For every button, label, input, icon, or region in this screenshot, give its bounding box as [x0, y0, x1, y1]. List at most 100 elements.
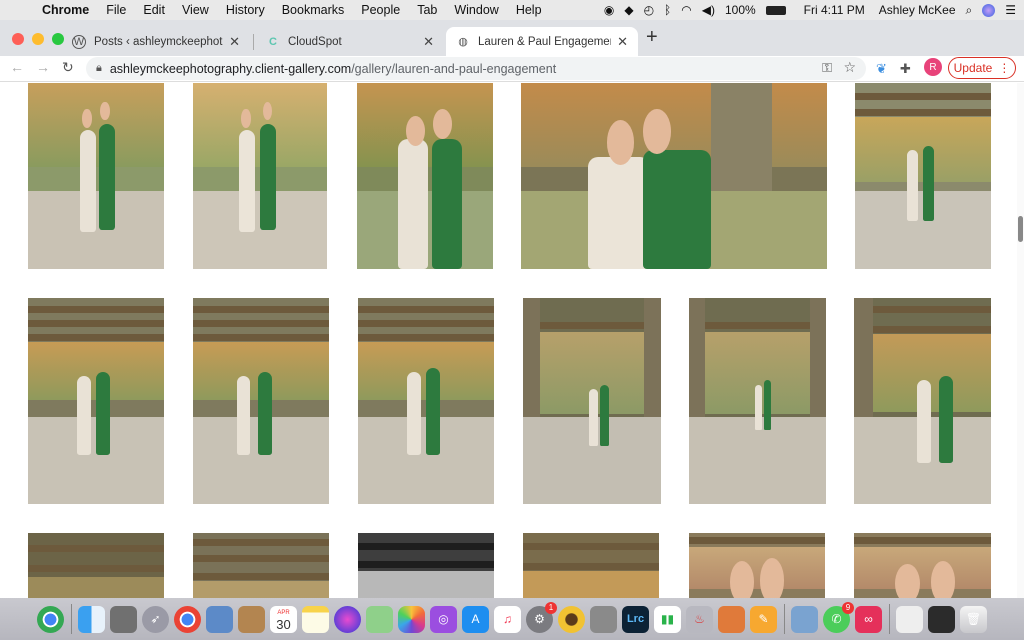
battery-icon[interactable]	[765, 5, 786, 15]
gallery-photo[interactable]	[357, 83, 493, 269]
cards-app-dock-icon[interactable]	[718, 605, 745, 633]
creative-cloud-dock-icon[interactable]: ∞	[855, 605, 882, 633]
extension-feather-icon[interactable]: ❦	[876, 61, 887, 77]
music-dock-icon[interactable]: ♫	[494, 605, 521, 633]
back-icon[interactable]: ←	[10, 59, 24, 75]
bluetooth-icon[interactable]: ᛒ	[664, 3, 671, 17]
url-path: /gallery/lauren-and-paul-engagement	[351, 61, 557, 76]
dropbox-icon[interactable]: ◆	[624, 3, 633, 17]
facetime-dock-icon[interactable]: ✆ 9	[823, 601, 854, 633]
tab-posts[interactable]: W Posts ‹ ashleymckeephotograp ✕	[62, 27, 250, 56]
trash-dock-icon[interactable]: 🗑︎	[960, 605, 987, 633]
gallery-photo[interactable]	[28, 83, 164, 269]
app-store-dock-icon[interactable]: A	[462, 605, 489, 633]
gallery-photo[interactable]	[521, 83, 827, 269]
clock[interactable]: Fri 4:11 PM	[804, 3, 865, 17]
finder-dock-icon[interactable]	[78, 605, 105, 633]
tab-lauren-paul[interactable]: ◍ Lauren & Paul Engagement ✕	[446, 27, 638, 56]
pages-dock-icon[interactable]: ✎	[750, 605, 777, 633]
gallery-photo[interactable]	[193, 298, 329, 504]
new-tab-icon[interactable]: +	[646, 26, 658, 49]
dock-divider	[70, 604, 72, 634]
menu-help[interactable]: Help	[516, 3, 542, 17]
menu-people[interactable]: People	[361, 3, 400, 17]
tab-cloudspot[interactable]: C CloudSpot ✕	[256, 27, 444, 56]
url-host: ashleymckeephotography.client-gallery.co…	[109, 61, 352, 76]
gallery-photo[interactable]	[523, 533, 659, 598]
user-name[interactable]: Ashley McKee	[879, 3, 956, 17]
extensions-puzzle-icon[interactable]: ✚	[900, 61, 911, 77]
close-tab-icon[interactable]: ✕	[423, 34, 434, 50]
gallery-photo[interactable]	[28, 533, 164, 598]
preview-dock-icon[interactable]	[206, 605, 233, 633]
calculator-dock-icon[interactable]	[590, 605, 617, 633]
image-capture-dock-icon[interactable]	[791, 605, 818, 633]
chrome-app-dock-icon[interactable]	[174, 605, 201, 633]
gallery-photo[interactable]	[193, 83, 327, 269]
menu-edit[interactable]: Edit	[143, 3, 165, 17]
menu-view[interactable]: View	[182, 3, 209, 17]
menu-window[interactable]: Window	[454, 3, 498, 17]
window-controls	[12, 33, 64, 45]
flame-app-dock-icon[interactable]: ♨	[686, 605, 713, 633]
calendar-dock-icon[interactable]: APR 30	[270, 605, 297, 633]
menu-history[interactable]: History	[226, 3, 265, 17]
siri-dock-icon[interactable]	[334, 605, 361, 633]
gallery-photo[interactable]	[358, 533, 494, 598]
scrollbar-thumb[interactable]	[1018, 216, 1023, 242]
macos-menubar: Chrome File Edit View History Bookmarks …	[0, 0, 1024, 20]
podcasts-dock-icon[interactable]: ◎	[430, 605, 457, 633]
minimize-window-button[interactable]	[32, 33, 44, 45]
key-icon[interactable]: ⚿	[822, 60, 832, 76]
close-tab-icon[interactable]: ✕	[617, 34, 628, 50]
time-machine-icon[interactable]: ◴	[644, 3, 654, 17]
gallery-photo[interactable]	[855, 83, 991, 269]
reload-icon[interactable]: ↻	[62, 59, 74, 76]
gallery-photo[interactable]	[689, 298, 826, 504]
sunflower-app-dock-icon[interactable]	[558, 605, 585, 633]
menu-file[interactable]: File	[106, 3, 126, 17]
gallery-photo[interactable]	[523, 298, 661, 504]
maps-dock-icon[interactable]	[366, 605, 393, 633]
menu-tab[interactable]: Tab	[417, 3, 437, 17]
update-button[interactable]: Update ⋮	[948, 57, 1016, 79]
bookmark-star-icon[interactable]: ☆	[843, 59, 856, 76]
wifi-icon[interactable]: ◠	[681, 3, 691, 17]
gallery-photo[interactable]	[854, 298, 991, 504]
gallery-photo[interactable]	[28, 298, 164, 504]
utilities-dock-icon[interactable]	[110, 605, 137, 633]
photos-dock-icon[interactable]	[398, 605, 425, 633]
lock-icon[interactable]: 🔒︎	[96, 62, 102, 75]
system-preferences-dock-icon[interactable]: ⚙ 1	[526, 601, 557, 633]
notes-dock-icon[interactable]	[302, 605, 329, 633]
documents-stack-dock-icon[interactable]	[928, 605, 955, 633]
creative-cloud-icon[interactable]: ◉	[604, 3, 614, 17]
gallery-photo[interactable]	[689, 533, 825, 598]
page-scrollbar[interactable]	[1017, 83, 1024, 598]
address-bar[interactable]: 🔒︎ ashleymckeephotography.client-gallery…	[86, 57, 866, 80]
gallery-photo[interactable]	[358, 298, 494, 504]
notification-badge: 1	[545, 601, 557, 614]
downloads-stack-dock-icon[interactable]	[896, 605, 923, 633]
chrome-dock-icon[interactable]	[37, 605, 64, 633]
lightroom-label: Lrc	[626, 613, 645, 625]
forward-icon[interactable]: →	[36, 59, 50, 75]
numbers-dock-icon[interactable]: ▮▮	[654, 605, 681, 633]
gallery-photo[interactable]	[193, 533, 329, 598]
spotlight-icon[interactable]: ⌕	[966, 3, 973, 18]
close-tab-icon[interactable]: ✕	[229, 34, 240, 50]
close-window-button[interactable]	[12, 33, 24, 45]
volume-icon[interactable]: ◀)	[702, 3, 715, 17]
cloudspot-icon: C	[269, 35, 277, 48]
gallery-photo[interactable]	[854, 533, 991, 598]
dock-divider	[783, 604, 785, 634]
globe-icon: ◍	[458, 36, 468, 48]
lightroom-dock-icon[interactable]: Lrc	[622, 605, 649, 633]
profile-avatar[interactable]: R	[924, 58, 942, 76]
siri-icon[interactable]	[982, 3, 996, 17]
menu-bookmarks[interactable]: Bookmarks	[282, 3, 345, 17]
menu-app-name[interactable]: Chrome	[42, 3, 89, 17]
launchpad-dock-icon[interactable]: ➶	[142, 605, 169, 633]
notes-book-dock-icon[interactable]	[238, 605, 265, 633]
notification-center-icon[interactable]: ☰	[1005, 3, 1016, 17]
